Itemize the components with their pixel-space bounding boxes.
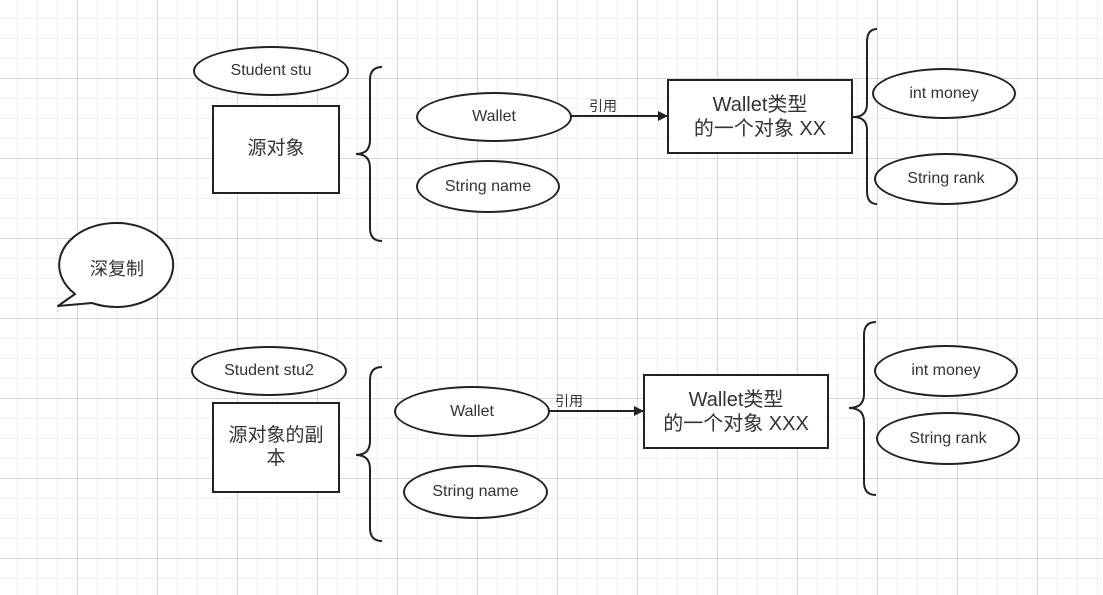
bottom-right-brace — [848, 321, 877, 496]
bottom-wallet-object-line2: 的一个对象 XXX — [663, 412, 809, 435]
bottom-rank-field-label: String rank — [909, 429, 987, 447]
bottom-variable-ellipse: Student stu2 — [191, 346, 347, 396]
top-rank-field-ellipse: String rank — [874, 153, 1018, 205]
top-money-field-ellipse: int money — [872, 68, 1016, 119]
bottom-name-field-label: String name — [432, 483, 519, 500]
top-wallet-object-box: Wallet类型 的一个对象 XX — [667, 79, 853, 154]
bottom-money-field-ellipse: int money — [874, 345, 1018, 397]
top-wallet-object-line2: 的一个对象 XX — [693, 117, 827, 140]
top-variable-ellipse: Student stu — [193, 46, 349, 96]
bottom-edge-label: 引用 — [555, 393, 583, 409]
top-wallet-field-ellipse: Wallet — [416, 92, 572, 142]
top-source-object-box: 源对象 — [212, 105, 340, 194]
top-rank-field-label: String rank — [907, 170, 985, 187]
top-edge-label: 引用 — [589, 98, 617, 114]
diagram-canvas: 深复制 Student stu 源对象 Wallet String name 引… — [0, 0, 1103, 595]
bottom-left-brace — [355, 366, 383, 542]
bottom-wallet-field-ellipse: Wallet — [394, 386, 550, 437]
top-money-field-label: int money — [909, 84, 979, 102]
top-wallet-field-label: Wallet — [472, 108, 516, 125]
top-source-object-label: 源对象 — [247, 138, 305, 160]
bottom-wallet-object-line1: Wallet类型 — [688, 388, 784, 411]
bubble-label: 深复制 — [90, 259, 144, 279]
top-name-field-ellipse: String name — [416, 160, 560, 213]
bottom-money-field-label: int money — [911, 362, 981, 379]
bottom-wallet-field-label: Wallet — [450, 402, 494, 420]
bottom-copy-object-line1: 源对象的副 — [228, 424, 324, 446]
bottom-rank-field-ellipse: String rank — [876, 412, 1020, 465]
bottom-variable-label: Student stu2 — [224, 362, 314, 379]
top-variable-label: Student stu — [230, 62, 312, 79]
bottom-name-field-ellipse: String name — [403, 465, 548, 519]
top-name-field-label: String name — [444, 177, 532, 195]
bottom-copy-object-box: 源对象的副 本 — [212, 402, 340, 493]
bottom-wallet-object-box: Wallet类型 的一个对象 XXX — [643, 374, 829, 449]
bottom-copy-object-line2: 本 — [266, 447, 286, 469]
top-left-brace — [355, 66, 383, 242]
top-wallet-object-line1: Wallet类型 — [712, 93, 808, 116]
